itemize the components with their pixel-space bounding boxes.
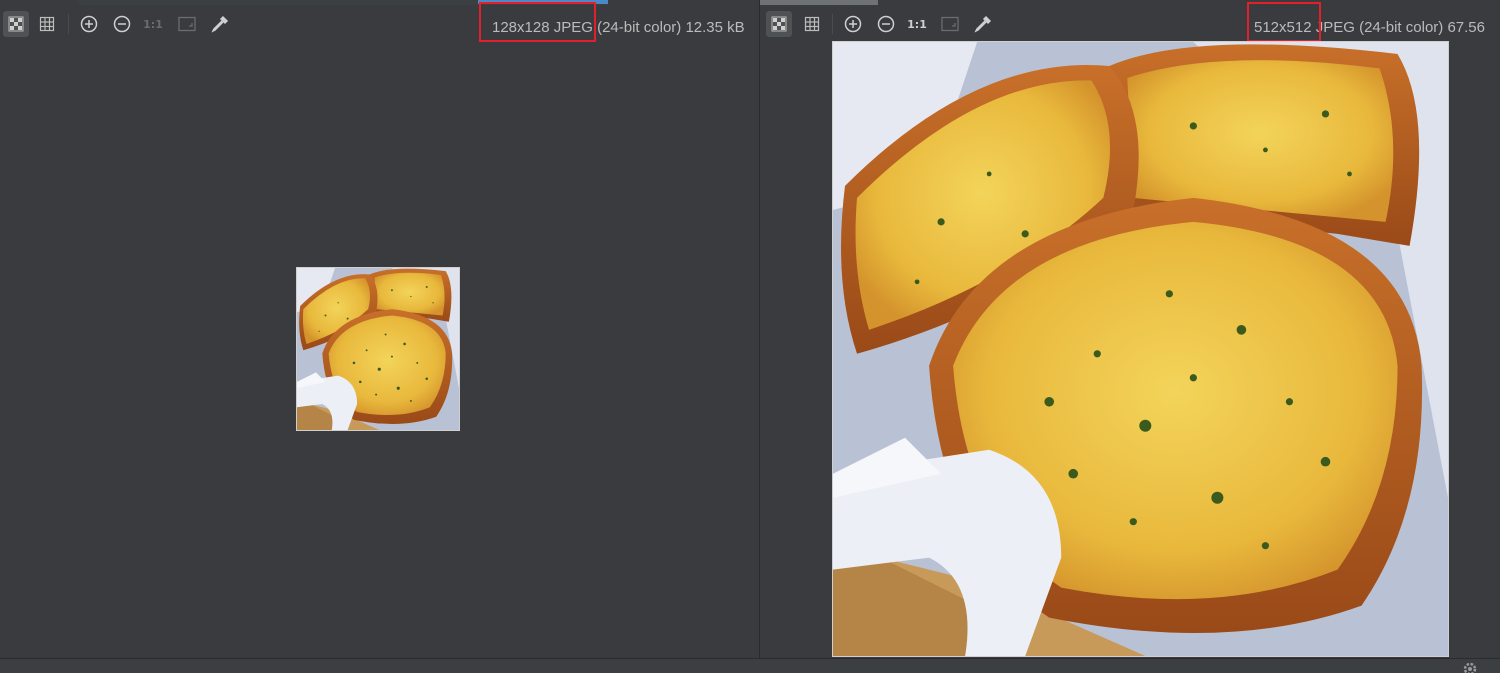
actual-size-label: 1:1	[143, 17, 163, 31]
actual-size-button[interactable]: 1:1	[904, 11, 930, 37]
left-image-thumbnail	[296, 267, 460, 431]
fit-window-icon	[178, 16, 196, 32]
eyedropper-icon	[974, 15, 992, 33]
chessboard-icon	[771, 16, 787, 32]
actual-size-button[interactable]: 1:1	[140, 11, 166, 37]
fit-to-window-button[interactable]	[174, 11, 200, 37]
grid-toggle-button[interactable]	[799, 11, 825, 37]
zoom-in-button[interactable]	[840, 11, 866, 37]
chessboard-toggle-button[interactable]	[766, 11, 792, 37]
status-bar	[0, 658, 1500, 673]
right-dimensions-highlight	[1247, 2, 1321, 42]
zoom-in-button[interactable]	[76, 11, 102, 37]
garlic-bread-image	[297, 268, 459, 430]
zoom-in-icon	[844, 15, 862, 33]
zoom-out-button[interactable]	[873, 11, 899, 37]
toolbar-separator	[68, 14, 69, 34]
color-picker-button[interactable]	[207, 11, 233, 37]
fit-window-icon	[941, 16, 959, 32]
chessboard-toggle-button[interactable]	[3, 11, 29, 37]
actual-size-label: 1:1	[907, 17, 927, 31]
gear-icon[interactable]	[1462, 661, 1478, 673]
right-image-viewer: 1:1 512x512 JPEG (24-bit color) 67.56	[760, 0, 1500, 658]
grid-icon	[39, 16, 55, 32]
zoom-out-icon	[113, 15, 131, 33]
image-diff-window: 1:1 128x128 JPEG (24-bit color) 12.35 kB	[0, 0, 1500, 673]
zoom-out-button[interactable]	[109, 11, 135, 37]
toolbar-separator	[832, 14, 833, 34]
eyedropper-icon	[211, 15, 229, 33]
zoom-out-icon	[877, 15, 895, 33]
zoom-in-icon	[80, 15, 98, 33]
left-viewer-toolbar: 1:1 128x128 JPEG (24-bit color) 12.35 kB	[0, 5, 759, 41]
color-picker-button[interactable]	[970, 11, 996, 37]
grid-icon	[804, 16, 820, 32]
grid-toggle-button[interactable]	[34, 11, 60, 37]
left-dimensions-highlight	[479, 2, 596, 42]
left-image-viewer: 1:1 128x128 JPEG (24-bit color) 12.35 kB	[0, 0, 759, 658]
right-image-details: JPEG (24-bit color) 67.56	[1315, 19, 1485, 36]
chessboard-icon	[8, 16, 24, 32]
fit-to-window-button[interactable]	[937, 11, 963, 37]
garlic-bread-image	[833, 42, 1448, 656]
right-image-full	[832, 41, 1449, 657]
right-viewer-toolbar: 1:1 512x512 JPEG (24-bit color) 67.56	[760, 5, 1500, 41]
